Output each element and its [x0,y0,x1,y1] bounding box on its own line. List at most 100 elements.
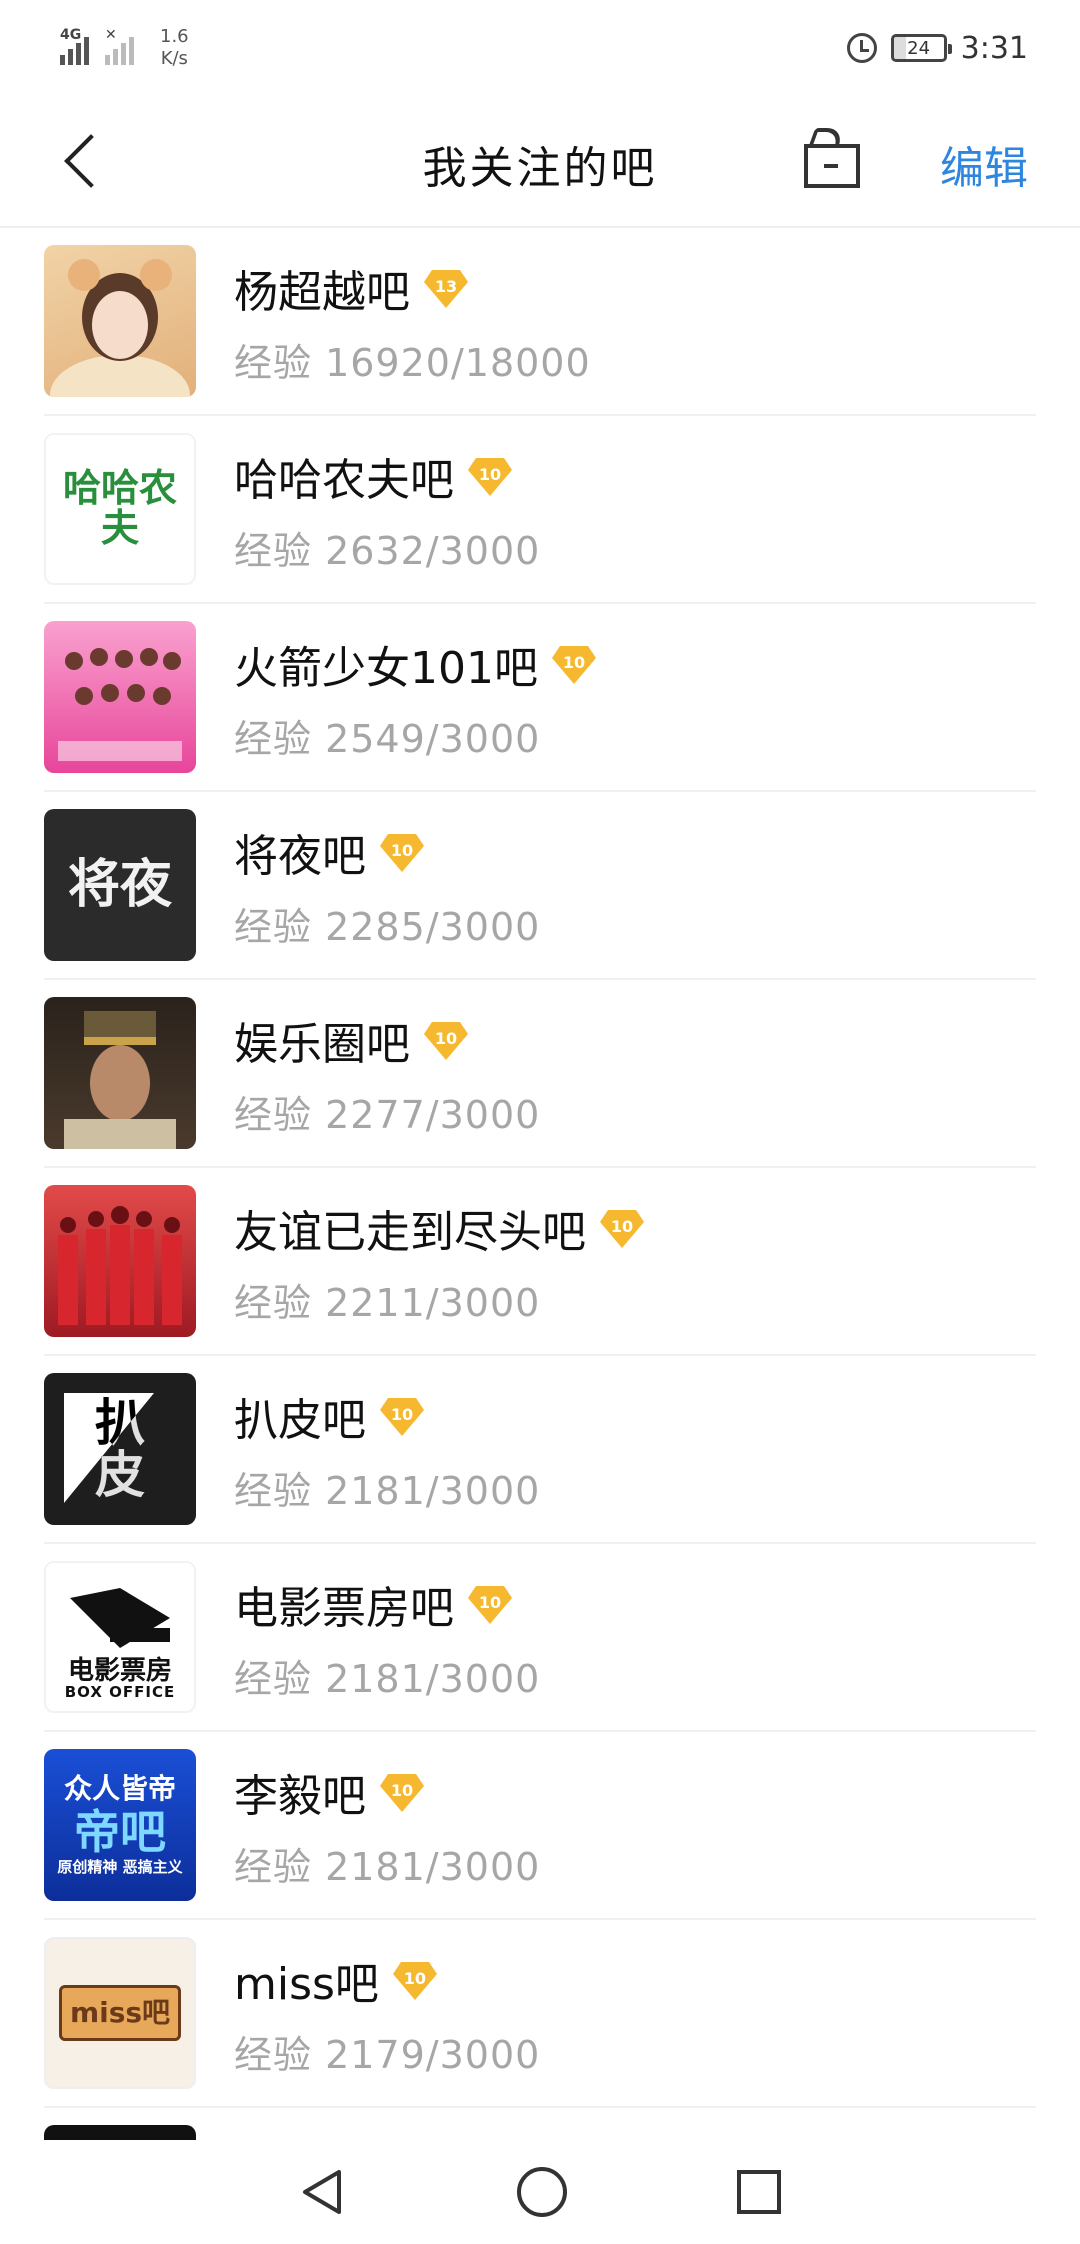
avatar-logo-text: 电影票房 [67,1655,172,1686]
forum-item[interactable]: 哈哈农夫 哈哈农夫吧 10 经验 2632/3000 [0,416,1080,604]
level-number: 10 [610,1216,634,1236]
forum-name: 友谊已走到尽头吧 [234,1207,586,1258]
avatar-logo-text: 众人皆帝 [63,1772,176,1806]
level-number: 10 [390,840,414,860]
forum-item[interactable]: 扒皮 扒皮吧 10 经验 2181/3000 [0,1356,1080,1544]
forum-item[interactable]: 电影票房 BOX OFFICE 电影票房吧 10 经验 2181/3000 [0,1544,1080,1732]
level-badge: 13 [424,268,468,308]
forum-name: 李毅吧 [234,1771,366,1822]
square-recent-icon[interactable] [737,2170,781,2214]
forum-item[interactable]: 友谊已走到尽头吧 10 经验 2211/3000 [0,1168,1080,1356]
forum-name-row: 友谊已走到尽头吧 10 [234,1196,644,1260]
forum-exp: 经验 2632/3000 [234,529,541,573]
forum-name: 杨超越吧 [234,267,410,318]
system-nav-bar [0,2140,1080,2244]
forum-exp: 经验 2181/3000 [234,1657,541,1701]
forum-item[interactable]: 娱乐圈吧 10 经验 2277/3000 [0,980,1080,1168]
forum-exp: 经验 2181/3000 [234,1469,541,1513]
level-badge: 10 [424,1020,468,1060]
forum-name-row: 火箭少女101吧 10 [234,632,596,696]
forum-exp: 经验 2277/3000 [234,1093,541,1137]
level-number: 10 [562,652,586,672]
forum-name-row: 将夜吧 10 [234,820,424,884]
network-speed: 1.6 K/s [160,26,189,70]
forum-name-row: 李毅吧 10 [234,1760,424,1824]
forum-item[interactable]: 将夜 将夜吧 10 经验 2285/3000 [0,792,1080,980]
speed-unit: K/s [160,48,188,69]
shopping-bag-button[interactable] [800,126,864,192]
level-badge: 10 [392,1960,437,2000]
forum-avatar: 哈哈农夫 [44,433,196,585]
clock: 3:31 [960,30,1028,66]
forum-list: 杨超越吧 13 经验 16920/18000 哈哈农夫 哈哈农夫吧 10 经验 … [0,228,1080,2155]
forum-exp: 经验 2285/3000 [234,905,541,949]
avatar-logo-caption: 原创精神 恶搞主义 [57,1857,183,1876]
forum-avatar: miss吧 [44,1937,196,2089]
forum-exp: 经验 2549/3000 [234,717,541,761]
triangle-back-icon[interactable] [299,2168,347,2216]
forum-avatar [44,621,196,773]
network-type: 4G [60,27,82,43]
avatar-logo-text: 扒皮 [95,1393,145,1504]
level-number: 10 [434,1028,458,1048]
forum-name: 娱乐圈吧 [234,1019,410,1070]
level-badge: 10 [551,644,596,684]
forum-name: 扒皮吧 [234,1395,366,1446]
avatar-logo-text: 将夜 [67,853,172,915]
level-badge: 10 [468,456,512,496]
level-badge: 10 [380,1772,424,1812]
film-reel-icon [70,1587,170,1648]
status-bar: 4G ✕ 1.6 K/s 24 3:31 [0,0,1080,96]
battery-icon: 24 [890,34,952,62]
level-number: 10 [478,464,502,484]
avatar-logo-text: 哈哈农夫 [62,466,177,550]
forum-exp: 经验 16920/18000 [234,341,591,385]
avatar-logo-subtext: BOX OFFICE [64,1683,176,1702]
forum-item[interactable]: 火箭少女101吧 10 经验 2549/3000 [0,604,1080,792]
forum-avatar [44,1185,196,1337]
avatar-logo-text: miss吧 [69,1996,171,2030]
level-number: 10 [403,1968,427,1988]
level-number: 10 [390,1780,414,1800]
status-right: 24 3:31 [846,30,1028,66]
forum-name-row: 扒皮吧 10 [234,1384,424,1448]
level-badge: 10 [468,1584,512,1624]
forum-name-row: 杨超越吧 13 [234,256,468,320]
forum-name-row: 电影票房吧 10 [234,1572,512,1636]
forum-avatar: 众人皆帝 帝吧 原创精神 恶搞主义 [44,1749,196,1901]
forum-item[interactable]: 众人皆帝 帝吧 原创精神 恶搞主义 李毅吧 10 经验 2181/3000 [0,1732,1080,1920]
forum-name: miss吧 [234,1959,379,2010]
edit-button[interactable]: 编辑 [940,132,1028,196]
level-number: 10 [390,1404,414,1424]
forum-item[interactable]: 杨超越吧 13 经验 16920/18000 [0,228,1080,416]
speed-value: 1.6 [160,26,189,47]
forum-avatar: 将夜 [44,809,196,961]
forum-name: 哈哈农夫吧 [234,455,454,506]
forum-avatar: 电影票房 BOX OFFICE [44,1561,196,1713]
level-number: 10 [478,1592,502,1612]
forum-item[interactable]: miss吧 miss吧 10 经验 2179/3000 [0,1920,1080,2108]
forum-name-row: 哈哈农夫吧 10 [234,444,512,508]
cellular-signal-icon: 4G [60,27,89,65]
header: 我关注的吧 编辑 [0,96,1080,228]
forum-name-row: 娱乐圈吧 10 [234,1008,468,1072]
battery-level: 24 [907,37,931,59]
forum-name: 将夜吧 [234,831,366,882]
forum-exp: 经验 2179/3000 [234,2033,541,2077]
forum-name-row: miss吧 10 [234,1948,437,2012]
avatar-logo-subtext: 帝吧 [74,1804,166,1859]
forum-exp: 经验 2181/3000 [234,1845,541,1889]
level-number: 13 [434,276,458,296]
status-left: 4G ✕ 1.6 K/s [60,26,189,70]
alarm-icon [846,33,877,63]
forum-name: 火箭少女101吧 [234,643,538,694]
forum-name: 电影票房吧 [234,1583,454,1634]
forum-avatar: 扒皮 [44,1373,196,1525]
level-badge: 10 [600,1208,644,1248]
forum-avatar [44,245,196,397]
level-badge: 10 [380,832,424,872]
forum-avatar [44,997,196,1149]
forum-exp: 经验 2211/3000 [234,1281,541,1325]
page-title: 我关注的吧 [422,143,658,194]
circle-home-icon[interactable] [517,2167,567,2217]
